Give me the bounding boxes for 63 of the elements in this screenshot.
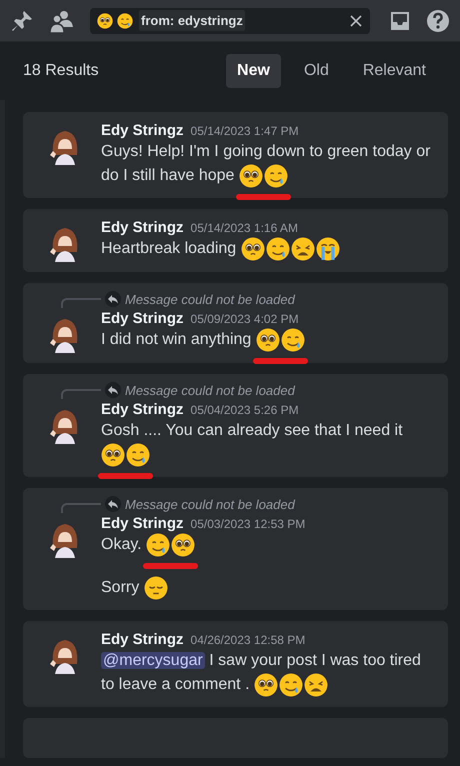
pleading-face-icon	[101, 443, 125, 468]
timestamp: 05/14/2023 1:16 AM	[190, 221, 298, 236]
pleading-face-icon	[238, 164, 263, 188]
author-name[interactable]: Edy Stringz	[101, 219, 184, 236]
message-text: @mercysugar I saw your post I was too tired to leave a comment .	[101, 648, 434, 698]
tear-face-icon	[117, 12, 133, 28]
message-text: I did not win anything	[101, 328, 434, 352]
sort-tab[interactable]: New	[226, 54, 281, 88]
author-name[interactable]: Edy Stringz	[101, 630, 184, 648]
pleading-face-icon	[171, 533, 196, 558]
message-text: Gosh .... You can already see that I need it	[101, 419, 434, 468]
filter-tag[interactable]: from: edystringz	[139, 10, 245, 31]
message-card[interactable]: Message could not be loaded Edy Stringz 05/03/2023 12:53 PM Okay. Sorry	[23, 488, 448, 610]
reply-preview: Message could not be loaded	[125, 292, 295, 307]
message-card[interactable]: Edy Stringz 05/14/2023 1:47 PM Guys! Help! I'm I going down to green today or do I still have hope	[23, 112, 448, 198]
weary-face-icon	[304, 672, 328, 697]
reply-icon	[105, 382, 121, 398]
message-card[interactable]: Edy Stringz 05/14/2023 1:16 AM Heartbreak loading	[23, 209, 448, 272]
sobbing-face-icon	[316, 237, 340, 262]
user-mention[interactable]: @mercysugar	[101, 652, 205, 669]
timestamp: 05/04/2023 5:26 PM	[190, 403, 299, 418]
reply-icon	[105, 496, 121, 512]
message-card[interactable]: Edy Stringz 04/26/2023 12:58 PM @mercysugar I saw your post I was too tired to leave a comment .	[23, 620, 448, 708]
pin-icon[interactable]	[10, 8, 34, 32]
reply-preview: Message could not be loaded	[125, 382, 295, 398]
reply-connector	[61, 298, 101, 308]
message-text: Guys! Help! I'm I going down to green today or do I still have hope	[101, 140, 434, 188]
author-name[interactable]: Edy Stringz	[101, 122, 184, 139]
author-name[interactable]: Edy Stringz	[101, 310, 184, 328]
tear-face-icon	[126, 443, 150, 468]
tear-face-icon	[146, 533, 170, 558]
pleading-face-icon	[97, 12, 113, 28]
message-text: Sorry	[101, 576, 434, 600]
members-icon[interactable]	[48, 8, 74, 32]
author-name[interactable]: Edy Stringz	[101, 515, 184, 532]
reply-connector	[61, 503, 101, 514]
reply-icon	[105, 291, 121, 308]
close-icon[interactable]	[350, 14, 362, 26]
author-name[interactable]: Edy Stringz	[101, 401, 184, 418]
message-text: Heartbreak loading	[101, 237, 434, 262]
tear-face-icon	[278, 672, 303, 697]
tear-face-icon	[264, 164, 288, 188]
weary-face-icon	[290, 237, 315, 262]
search-field[interactable]: from: edystringz	[90, 8, 370, 34]
timestamp: 05/09/2023 4:02 PM	[190, 312, 299, 326]
help-icon[interactable]	[426, 8, 450, 32]
pleading-face-icon	[256, 328, 280, 352]
tear-face-icon	[280, 328, 305, 352]
timestamp: 05/14/2023 1:47 PM	[190, 124, 299, 138]
reply-preview: Message could not be loaded	[125, 496, 295, 512]
message-card[interactable]: Message could not be loaded Edy Stringz 05/09/2023 4:02 PM I did not win anything	[23, 283, 448, 364]
timestamp: 04/26/2023 12:58 PM	[190, 632, 306, 647]
pleading-face-icon	[240, 237, 265, 262]
reply-connector	[61, 389, 101, 400]
sort-tab[interactable]: Old	[292, 54, 340, 88]
pensive-face-icon	[144, 576, 168, 600]
tear-face-icon	[266, 237, 290, 262]
timestamp: 05/03/2023 12:53 PM	[190, 517, 306, 532]
message-text: Okay.	[101, 533, 434, 558]
pleading-face-icon	[254, 672, 278, 697]
results-count: 18 Results	[23, 62, 99, 80]
sort-tab[interactable]: Relevant	[352, 54, 437, 88]
message-card[interactable]: Message could not be loaded Edy Stringz 05/04/2023 5:26 PM Gosh .... You can already see that I need it	[23, 374, 448, 478]
